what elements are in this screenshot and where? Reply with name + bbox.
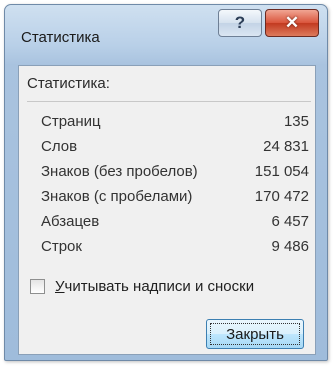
title-close-button[interactable]: ✕ <box>265 9 319 37</box>
stat-row-chars-no-spaces: Знаков (без пробелов) 151 054 <box>19 160 317 185</box>
stat-label: Абзацев <box>41 213 100 230</box>
mnemonic-letter: У <box>55 278 65 295</box>
stat-value: 170 472 <box>254 188 309 205</box>
stat-row-words: Слов 24 831 <box>19 135 317 160</box>
title-bar[interactable]: Статистика ? ✕ <box>5 5 327 57</box>
stat-label: Страниц <box>41 113 101 130</box>
stat-value: 24 831 <box>263 138 309 155</box>
help-icon: ? <box>234 13 246 32</box>
stat-label: Знаков (с пробелами) <box>41 188 193 205</box>
statistics-list: Страниц 135 Слов 24 831 Знаков (без проб… <box>19 110 317 260</box>
stat-row-pages: Страниц 135 <box>19 110 317 135</box>
dialog-body: Статистика: Страниц 135 Слов 24 831 Знак… <box>18 65 316 355</box>
checkbox-label-text: читывать надписи и сноски <box>64 278 255 295</box>
checkbox-label[interactable]: Учитывать надписи и сноски <box>55 278 254 295</box>
group-separator <box>27 101 311 102</box>
close-button[interactable]: Закрыть <box>206 319 304 349</box>
stat-value: 9 486 <box>271 238 309 255</box>
stat-value: 135 <box>283 113 309 130</box>
close-button-label: Закрыть <box>226 325 284 343</box>
stat-row-lines: Строк 9 486 <box>19 235 317 260</box>
stat-value: 6 457 <box>271 213 309 230</box>
include-textboxes-footnotes-option[interactable]: Учитывать надписи и сноски <box>27 277 317 297</box>
stat-row-paragraphs: Абзацев 6 457 <box>19 210 317 235</box>
stat-label: Слов <box>41 138 78 155</box>
stat-label: Знаков (без пробелов) <box>41 163 198 180</box>
stat-value: 151 054 <box>254 163 309 180</box>
dialog-title: Статистика <box>21 29 100 46</box>
close-icon: ✕ <box>284 13 300 32</box>
stat-row-chars-with-spaces: Знаков (с пробелами) 170 472 <box>19 185 317 210</box>
help-button[interactable]: ? <box>218 9 262 37</box>
include-textboxes-checkbox[interactable] <box>30 279 45 294</box>
stat-label: Строк <box>41 238 82 255</box>
statistics-dialog: Статистика ? ✕ Статистика: Страниц 135 С… <box>4 4 328 361</box>
group-label: Статистика: <box>27 75 110 92</box>
